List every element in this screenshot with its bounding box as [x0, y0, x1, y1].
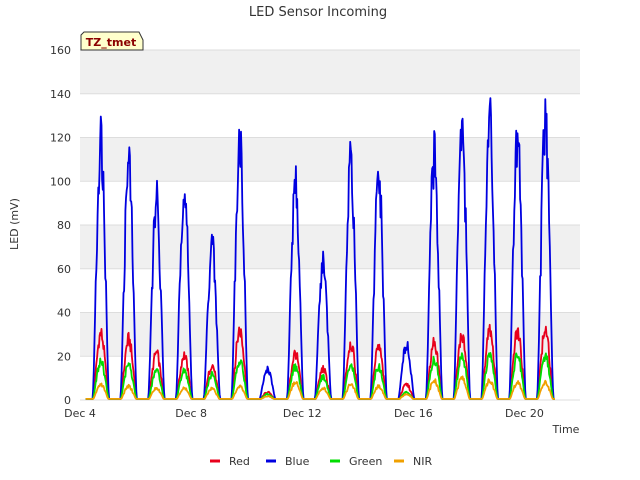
y-tick-label: 100: [50, 175, 71, 188]
x-tick-label: Dec 20: [505, 407, 544, 420]
band: [80, 312, 580, 357]
y-tick-label: 160: [50, 44, 71, 57]
band: [80, 268, 580, 313]
band: [80, 225, 580, 269]
legend-item-blue: Blue: [266, 455, 310, 468]
y-tick-label: 140: [50, 88, 71, 101]
y-tick-label: 80: [57, 219, 71, 232]
legend-item-nir: NIR: [394, 455, 432, 468]
site-badge: TZ_tmet: [80, 31, 144, 51]
x-tick-label: Dec 4: [64, 407, 96, 420]
led-chart: 020406080100120140160 Dec 4 Dec 8 Dec 12 De…: [8, 5, 580, 468]
legend-label: Green: [349, 455, 382, 468]
chart-title: LED Sensor Incoming: [249, 5, 387, 20]
legend-label: Red: [229, 455, 250, 468]
x-tick-labels: Dec 4 Dec 8 Dec 12 Dec 16 Dec 20: [64, 407, 544, 420]
legend-item-red: Red: [210, 455, 250, 468]
y-tick-label: 120: [50, 132, 71, 145]
x-tick-label: Dec 12: [283, 407, 322, 420]
y-tick-label: 20: [57, 350, 71, 363]
y-axis-label: LED (mV): [8, 198, 21, 250]
y-tick-labels: 0 20 40 60 80 100 120 140 160: [50, 44, 71, 407]
legend-item-green: Green: [330, 455, 382, 468]
x-tick-label: Dec 16: [394, 407, 433, 420]
band: [80, 50, 580, 94]
x-axis-label: Time: [552, 423, 580, 436]
y-tick-label: 40: [57, 307, 71, 320]
y-tick-label: 60: [57, 263, 71, 276]
legend-label: Blue: [285, 455, 310, 468]
site-badge-label: TZ_tmet: [86, 36, 136, 49]
band: [80, 137, 580, 182]
y-tick-label: 0: [64, 394, 71, 407]
x-tick-label: Dec 8: [175, 407, 207, 420]
legend: Red Blue Green NIR: [210, 455, 432, 468]
legend-label: NIR: [413, 455, 432, 468]
band: [80, 93, 580, 138]
